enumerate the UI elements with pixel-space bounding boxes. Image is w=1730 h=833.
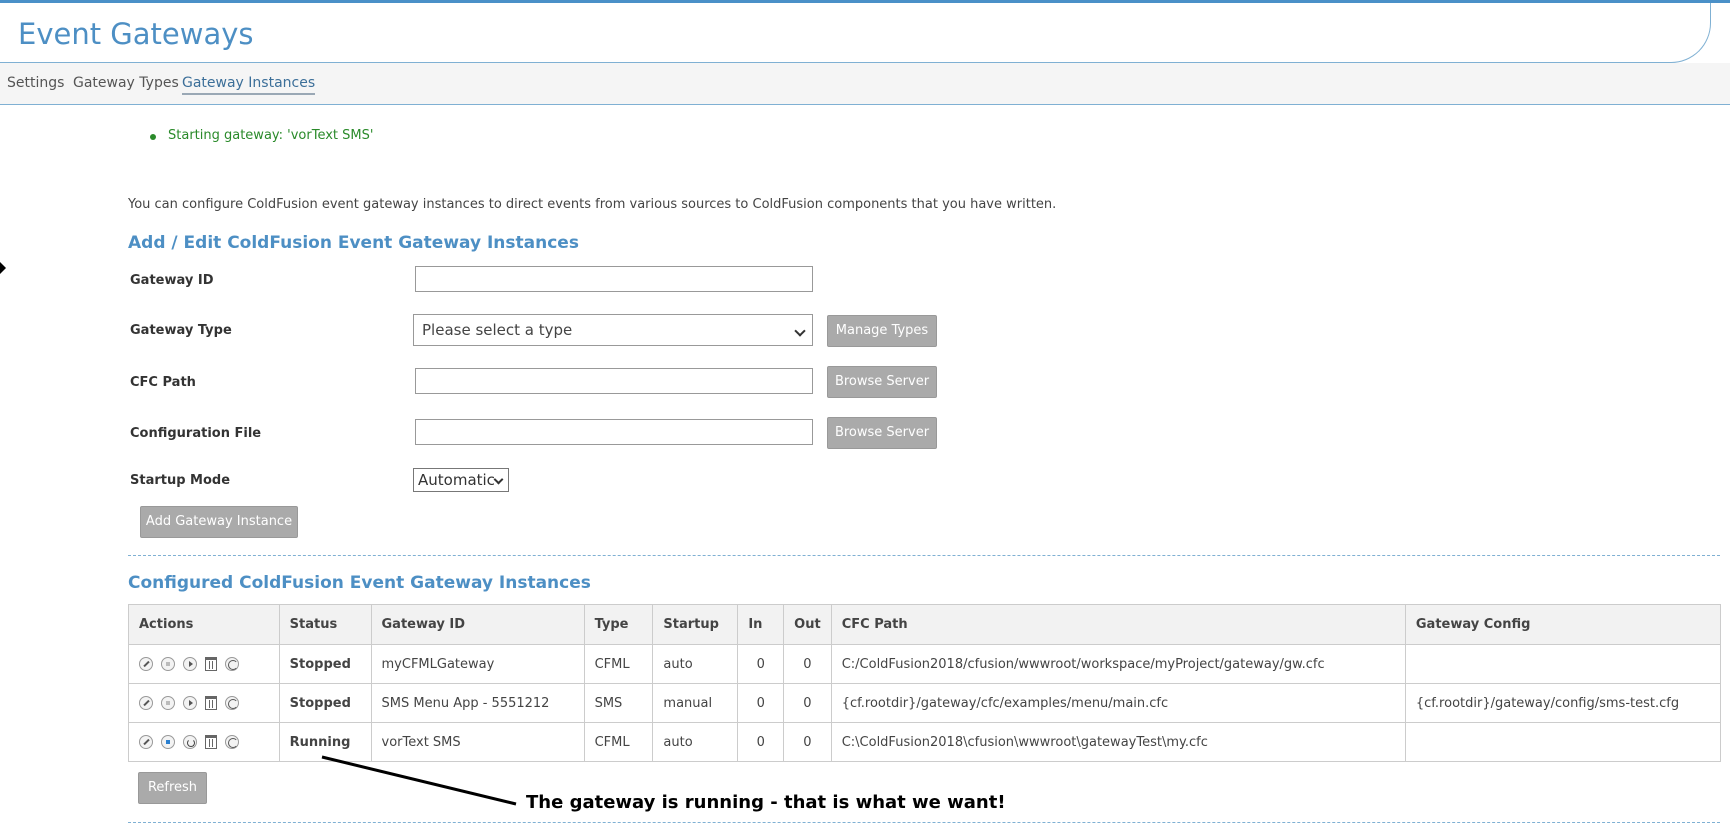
annotation-text: The gateway is running - that is what we… xyxy=(526,792,1006,813)
section-divider xyxy=(128,822,1720,823)
annotation-arrow xyxy=(321,755,517,806)
